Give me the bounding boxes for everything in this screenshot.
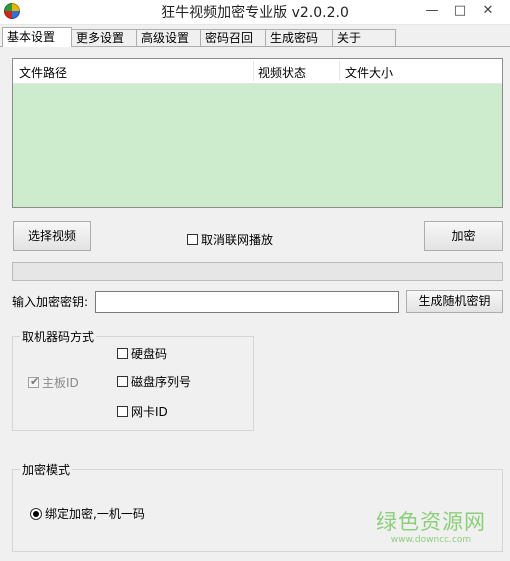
checkbox-icon[interactable] — [117, 348, 128, 359]
disk-serial-checkbox[interactable]: 磁盘序列号 — [117, 373, 191, 390]
file-list-header: 文件路径 视频状态 文件大小 — [13, 59, 502, 84]
tab-generate-password[interactable]: 生成密码 — [265, 29, 333, 46]
bind-encrypt-label: 绑定加密,一机一码 — [45, 507, 145, 521]
checkbox-icon: ✔ — [28, 375, 40, 388]
minimize-button[interactable]: — — [418, 1, 446, 21]
nic-id-label: 网卡ID — [131, 405, 168, 419]
encrypt-button[interactable]: 加密 — [424, 221, 503, 251]
hdd-code-checkbox[interactable]: 硬盘码 — [117, 345, 167, 362]
cancel-online-play-label: 取消联网播放 — [201, 233, 274, 247]
checkbox-icon[interactable] — [117, 376, 128, 387]
tab-basic-settings[interactable]: 基本设置 — [2, 27, 72, 47]
tab-strip: 基本设置 更多设置 高级设置 密码召回 生成密码 关于 — [0, 27, 510, 47]
encryption-key-input[interactable] — [95, 291, 399, 313]
checkbox-icon[interactable] — [187, 234, 198, 245]
disk-serial-label: 磁盘序列号 — [131, 375, 192, 389]
checkbox-icon[interactable] — [117, 406, 128, 417]
mainboard-id-checkbox: ✔ 主板ID — [28, 374, 79, 391]
cancel-online-play-checkbox[interactable]: 取消联网播放 — [187, 231, 273, 248]
close-button[interactable]: ✕ — [474, 1, 502, 21]
tab-password-recall[interactable]: 密码召回 — [200, 29, 266, 46]
checkmark-icon: ✔ — [30, 375, 40, 388]
machine-code-group-title: 取机器码方式 — [20, 328, 97, 345]
bind-encrypt-radio[interactable]: 绑定加密,一机一码 — [30, 505, 145, 522]
encrypt-mode-group-title: 加密模式 — [20, 461, 73, 478]
column-separator — [339, 61, 340, 81]
column-separator — [253, 61, 254, 81]
encryption-progress-bar — [12, 262, 503, 281]
nic-id-checkbox[interactable]: 网卡ID — [117, 403, 168, 420]
column-video-status[interactable]: 视频状态 — [258, 64, 306, 81]
tab-about[interactable]: 关于 — [332, 29, 396, 46]
hdd-code-label: 硬盘码 — [131, 347, 168, 361]
site-watermark: 绿色资源网 www.downcc.com — [375, 510, 487, 546]
title-bar: 狂牛视频加密专业版 v2.0.2.0 — □ ✕ — [0, 0, 510, 25]
generate-random-key-button[interactable]: 生成随机密钥 — [406, 290, 503, 313]
tab-divider — [0, 46, 510, 47]
watermark-url: www.downcc.com — [390, 535, 472, 545]
column-file-size[interactable]: 文件大小 — [345, 64, 393, 81]
watermark-logo: 绿色资源网 — [376, 510, 486, 534]
column-file-path[interactable]: 文件路径 — [19, 64, 67, 81]
tab-advanced-settings[interactable]: 高级设置 — [136, 29, 201, 46]
select-video-button[interactable]: 选择视频 — [13, 221, 91, 251]
mainboard-id-label: 主板ID — [42, 376, 79, 390]
maximize-button[interactable]: □ — [446, 1, 474, 21]
radio-selected-icon[interactable] — [30, 507, 42, 520]
key-input-label: 输入加密密钥: — [12, 295, 89, 309]
tab-more-settings[interactable]: 更多设置 — [71, 29, 137, 46]
file-list[interactable]: 文件路径 视频状态 文件大小 — [12, 58, 503, 208]
